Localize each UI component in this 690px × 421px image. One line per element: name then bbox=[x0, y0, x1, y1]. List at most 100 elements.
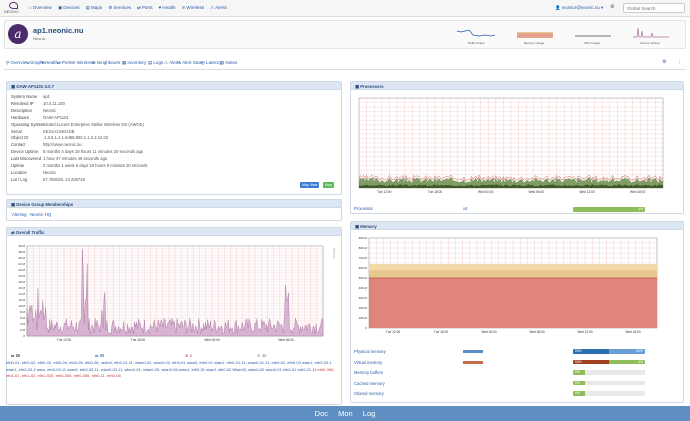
memory-usage-bar[interactable]: 50% 50% bbox=[573, 349, 645, 354]
minigraph-cpu[interactable]: CPU Usage bbox=[571, 23, 613, 45]
tab-alert-stats[interactable]: ⚠Alert Stats bbox=[177, 60, 203, 66]
notes-icon: ▤ bbox=[220, 60, 225, 65]
memory-usage-bar[interactable]: 0% bbox=[573, 391, 645, 396]
memory-cached-area bbox=[369, 264, 657, 270]
minigraph-uptime[interactable]: Device Uptime bbox=[629, 23, 671, 45]
memory-header: ▣ Memory bbox=[351, 222, 683, 230]
tab-health[interactable]: ♥Health bbox=[41, 60, 58, 65]
overview-key: Lat / Lng bbox=[11, 176, 28, 182]
nav-item-wireless[interactable]: ≋Wireless bbox=[182, 5, 204, 11]
y-tick-label: 10 M bbox=[18, 304, 25, 308]
nav-item-alerts[interactable]: ⚠Alerts bbox=[210, 5, 227, 11]
x-tick-label: Wed 12:00 bbox=[577, 330, 593, 334]
memory-row-label[interactable]: Memory buffers bbox=[354, 370, 383, 375]
memory-chart[interactable]: 900 M 800 M 700 M 600 M 500 M 400 M 300 M 200 M… bbox=[351, 232, 683, 346]
health-icon: ♥ bbox=[158, 5, 162, 10]
y-tick-label: 900 M bbox=[359, 236, 368, 240]
device-hostname[interactable]: ap1.neonic.nu bbox=[33, 26, 83, 35]
group-title: Device Group Memberships bbox=[16, 201, 74, 207]
map-view-button[interactable]: Map View bbox=[300, 182, 320, 188]
tab-latency[interactable]: ◷Latency bbox=[201, 60, 222, 66]
settings-icon[interactable]: ⚙ bbox=[610, 4, 614, 10]
stat-value: 86 bbox=[99, 353, 105, 358]
latency-icon: ◷ bbox=[201, 60, 206, 65]
more-vertical-icon[interactable]: ⋮ bbox=[677, 59, 682, 65]
nav-item-devices[interactable]: ▣Devices bbox=[58, 5, 80, 11]
memory-usage-left: 0% bbox=[575, 370, 580, 374]
memory-buffers-area bbox=[369, 270, 657, 278]
overview-key: Hardware bbox=[11, 114, 30, 120]
overview-row: Last Discovered 1 hour 37 minutes 46 seco… bbox=[11, 156, 107, 161]
global-search-input[interactable] bbox=[623, 3, 685, 13]
minigraph-caption: Traffic Graph bbox=[467, 41, 485, 45]
memory-row-label[interactable]: Shared memory bbox=[354, 391, 384, 396]
overview-panel: ▣ OAW-AP1101-3.0.7 System Name ap1 Resolve… bbox=[6, 81, 342, 195]
tab-neighbours[interactable]: ⊕Neighbours bbox=[92, 60, 120, 66]
overview-icon: ⌂ bbox=[29, 5, 32, 10]
tab-notes[interactable]: ▤Notes bbox=[220, 60, 237, 66]
nav-item-services[interactable]: ⚙Services bbox=[108, 5, 131, 11]
memory-row-label[interactable]: Physical memory bbox=[354, 349, 386, 354]
memory-row-label[interactable]: Cached memory bbox=[354, 381, 385, 386]
nav-item-health[interactable]: ♥Health bbox=[159, 5, 176, 11]
group-list: Alerting Neonic HQ bbox=[12, 212, 51, 217]
x-tick-label: Wed 00:00 bbox=[204, 338, 220, 342]
overview-value[interactable]: http://www.neonic.nu bbox=[43, 142, 82, 147]
overview-row: Device Uptime 8 months 4 days 18 hours 11… bbox=[11, 149, 143, 154]
y-tick-label: 100 M bbox=[359, 316, 368, 320]
map-button[interactable]: Map bbox=[323, 182, 334, 188]
brand-logo[interactable]: NEONIC bbox=[4, 2, 24, 15]
user-menu[interactable]: 👤 monitor@neonic.nu ▾ bbox=[555, 5, 603, 11]
tab-label: Ports bbox=[61, 60, 73, 65]
neighbours-icon: ⊕ bbox=[92, 60, 96, 65]
processor-usage-fill bbox=[573, 207, 645, 212]
overview-value: 1 hour 37 minutes 46 seconds ago bbox=[43, 156, 108, 162]
nav-item-maps[interactable]: ▤Maps bbox=[86, 5, 103, 11]
traffic-stat[interactable]: ⇄ 86 bbox=[11, 353, 20, 358]
footer-log-link[interactable]: Log bbox=[363, 409, 376, 418]
health-icon: ♥ bbox=[41, 60, 44, 65]
memory-usage-bar[interactable]: 0% bbox=[573, 370, 645, 375]
graphs-icon: ∿ bbox=[25, 60, 29, 65]
processors-chart[interactable]: Tue 12:00 Tue 18:00 Wed 00:00 Wed 06:00 Wed … bbox=[351, 92, 683, 200]
footer-mon-link[interactable]: Mon bbox=[338, 409, 353, 418]
y-tick-label: 4 M bbox=[20, 322, 26, 326]
gear-icon[interactable]: ⚙ bbox=[662, 59, 666, 65]
processor-label[interactable]: Processor bbox=[354, 206, 373, 211]
overview-key: System Name bbox=[11, 94, 38, 99]
overview-row: Resolved IP 10.0.11.100 bbox=[11, 101, 65, 106]
alerts-icon: ⚠ bbox=[164, 60, 169, 65]
x-tick-label: Wed 18:00 bbox=[630, 190, 646, 194]
nav-item-overview[interactable]: ⌂Overview bbox=[29, 5, 52, 11]
x-tick-label: Tue 12:00 bbox=[377, 190, 391, 194]
y-tick-label: 20 M bbox=[18, 274, 25, 278]
tab-logs[interactable]: ▤Logs bbox=[148, 60, 163, 66]
memory-row-label[interactable]: Virtual memory bbox=[354, 360, 382, 365]
traffic-stat[interactable]: ⇄ 86 bbox=[95, 353, 104, 358]
tab-inventory[interactable]: ▦Inventory bbox=[122, 60, 146, 66]
nav-item-ports[interactable]: ⇄Ports bbox=[137, 5, 153, 11]
x-tick-label: Tue 12:00 bbox=[57, 338, 71, 342]
memory-usage-bar[interactable]: 50% 0% bbox=[573, 359, 645, 364]
memory-usage-right: 50% bbox=[636, 349, 643, 353]
minigraph-caption: Memory Usage bbox=[523, 41, 545, 45]
tab-ports[interactable]: ⇄Ports bbox=[57, 60, 73, 66]
group-link[interactable]: Alerting bbox=[12, 212, 27, 217]
traffic-chart[interactable]: 30 M 28 M 26 M 24 M 22 M 20 M 18 M 16 M 14 M 12 M… bbox=[7, 238, 341, 350]
footer-doc-link[interactable]: Doc bbox=[315, 409, 328, 418]
overview-row: Object ID .1.3.6.1.4.1.6486.800.1.1.2.2.1… bbox=[11, 135, 108, 140]
port-links-a[interactable]: eth0-01, eth0-02, eth0-03, eth0-04, eth0… bbox=[6, 360, 332, 372]
x-tick-label: Wed 18:00 bbox=[625, 330, 641, 334]
inventory-icon: ▦ bbox=[122, 60, 127, 65]
memory-usage-bar[interactable]: 0% bbox=[573, 380, 645, 385]
y-tick-label: 0 bbox=[365, 326, 367, 330]
traffic-stat[interactable]: ⊗ 1 bbox=[185, 353, 192, 358]
processor-usage-bar[interactable]: 4% bbox=[573, 207, 645, 212]
tab-label: Notes bbox=[225, 60, 238, 65]
traffic-stat[interactable]: ⊘ 42 bbox=[257, 353, 266, 358]
minigraph-caption: Device Uptime bbox=[640, 41, 660, 45]
minigraph-memory[interactable]: Memory Usage bbox=[513, 23, 555, 45]
minigraph-traffic[interactable]: Traffic Graph bbox=[455, 23, 497, 45]
group-link[interactable]: Neonic HQ bbox=[30, 212, 51, 217]
overview-row: System Name ap1 bbox=[11, 94, 50, 99]
